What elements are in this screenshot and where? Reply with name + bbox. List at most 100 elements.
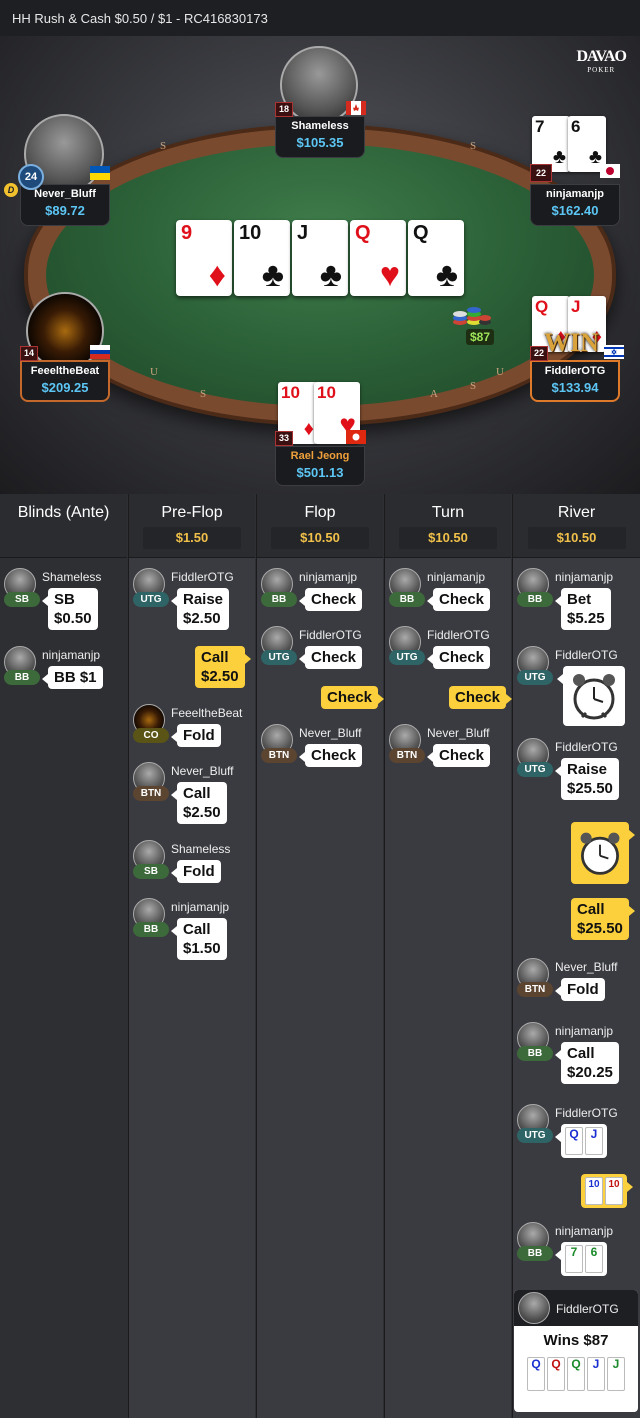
seat-plate-shameless[interactable]: Shameless $105.35: [275, 116, 365, 158]
rail-letter: U: [496, 366, 504, 378]
timebank-bubble: [557, 666, 625, 726]
action-bubble: Check: [298, 646, 363, 669]
action-bubble: Check: [298, 588, 363, 611]
action-bubble: Check: [298, 744, 363, 767]
ukraine-flag-icon: [90, 166, 110, 180]
dealer-button: D: [4, 183, 18, 197]
action-bubble: Check: [426, 588, 491, 611]
position-badge: BTN: [133, 786, 169, 801]
player-name: Shameless: [42, 570, 102, 584]
column-header: Blinds (Ante): [0, 494, 127, 558]
rail-letter: A: [430, 388, 438, 400]
player-name: ninjamanjp: [171, 900, 230, 914]
israel-flag-icon: [604, 345, 624, 359]
player-name: FiddlerOTG: [555, 648, 618, 662]
position-badge: UTG: [389, 650, 425, 665]
russia-flag-icon: [90, 345, 110, 359]
column-river: River $10.50 BB ninjamanjp Bet $5.25 UTG F…: [512, 494, 640, 1418]
japan-flag-icon: [600, 164, 620, 178]
action-bubble: Fold: [171, 860, 221, 883]
hero-action-bubble: Call $2.50: [195, 646, 251, 688]
board-card: Q ♥: [350, 220, 406, 296]
shown-cards-bubble: QJ: [555, 1124, 607, 1158]
column-header: Pre-Flop $1.50: [129, 494, 255, 558]
player-name: FiddlerOTG: [299, 628, 362, 642]
action-bubble: BB $1: [42, 666, 103, 689]
win-badge: WIN: [544, 328, 599, 357]
rail-letter: S: [470, 380, 477, 392]
position-badge: BTN: [261, 748, 297, 763]
action-bubble: Check: [426, 744, 491, 767]
player-name: Never_Bluff: [171, 764, 234, 778]
player-level-badge: 14: [20, 346, 38, 361]
board-card: J ♣: [292, 220, 348, 296]
player-name: FeeeltheBeat: [171, 706, 243, 720]
position-badge: BB: [133, 922, 169, 937]
action-bubble: Call $20.25: [555, 1042, 619, 1084]
position-badge: SB: [4, 592, 40, 607]
column-turn: Turn $10.50 BB ninjamanjp Check UTG Fiddl…: [384, 494, 513, 1418]
player-level-badge: 33: [275, 431, 293, 446]
mini-card: Q: [547, 1357, 565, 1391]
position-badge: CO: [133, 728, 169, 743]
column-flop: Flop $10.50 BB ninjamanjp Check UTG Fiddl…: [256, 494, 385, 1418]
action-bubble: Fold: [555, 978, 605, 1001]
action-bubble: Raise $2.50: [170, 588, 230, 630]
player-level-badge: 22: [530, 346, 548, 361]
player-name: ninjamanjp: [555, 570, 614, 584]
seat-plate-fiddlerotg[interactable]: FiddlerOTG $133.94: [530, 360, 620, 402]
winner-box: FiddlerOTG Wins $87 QQQJJ: [514, 1290, 638, 1412]
position-badge: BB: [517, 592, 553, 607]
board-card: Q ♣: [408, 220, 464, 296]
position-badge: UTG: [261, 650, 297, 665]
mini-card: J: [607, 1357, 625, 1391]
position-badge: SB: [133, 864, 169, 879]
rail-letter: U: [150, 366, 158, 378]
column-header: River $10.50: [513, 494, 640, 558]
seat-plate-hero[interactable]: Rael Jeong $501.13: [275, 446, 365, 486]
seat-plate-feeelthebeat[interactable]: FeeeltheBeat $209.25: [20, 360, 110, 402]
column-header: Turn $10.50: [385, 494, 511, 558]
winner-text: Wins $87: [543, 1332, 609, 1349]
column-header: Flop $10.50: [257, 494, 383, 558]
action-bubble: Raise $25.50: [555, 758, 619, 800]
player-name: Never_Bluff: [555, 960, 618, 974]
player-name: ninjamanjp: [427, 570, 486, 584]
position-badge: UTG: [517, 670, 553, 685]
mini-card: 7: [565, 1245, 583, 1273]
shown-cards-bubble: 76: [555, 1242, 607, 1276]
alarm-clock-icon: [580, 832, 620, 875]
player-level-badge: 22: [530, 164, 552, 182]
pot-amount: $87: [466, 329, 495, 345]
player-name: ninjamanjp: [555, 1024, 614, 1038]
action-bubble: SB $0.50: [42, 588, 98, 630]
mini-card: Q: [565, 1127, 583, 1155]
winner-header: FiddlerOTG: [514, 1290, 638, 1326]
player-name: FiddlerOTG: [171, 570, 234, 584]
window-title: HH Rush & Cash $0.50 / $1 - RC416830173: [0, 0, 640, 36]
position-badge: BB: [517, 1246, 553, 1261]
player-name: Shameless: [171, 842, 231, 856]
hong-kong-flag-icon: [346, 430, 366, 444]
canada-flag-icon: [346, 101, 366, 115]
mini-card: Q: [527, 1357, 545, 1391]
seat-plate-ninjamanjp[interactable]: ninjamanjp $162.40: [530, 184, 620, 226]
position-badge: BB: [4, 670, 40, 685]
action-bubble: Bet $5.25: [555, 588, 611, 630]
column-preflop: Pre-Flop $1.50 UTG FiddlerOTG Raise $2.50 …: [128, 494, 255, 1418]
position-badge: UTG: [517, 762, 553, 777]
rail-letter: S: [160, 140, 167, 152]
seat-plate-never-bluff[interactable]: Never_Bluff $89.72: [20, 184, 110, 226]
position-badge: BB: [389, 592, 425, 607]
player-level-badge: 24: [18, 164, 44, 190]
mini-card: 10: [605, 1177, 623, 1205]
board-card: 9 ♦: [176, 220, 232, 296]
chip-stack-icon: [453, 307, 491, 325]
player-level-badge: 18: [275, 102, 293, 117]
rail-letter: S: [200, 388, 207, 400]
rail-letter: S: [470, 140, 477, 152]
alarm-clock-icon: [573, 674, 615, 720]
best-hand: QQQJJ: [514, 1357, 638, 1391]
action-bubble: Check: [426, 646, 491, 669]
hand-history: Blinds (Ante) SB Shameless SB $0.50 BB ni…: [0, 494, 640, 1418]
